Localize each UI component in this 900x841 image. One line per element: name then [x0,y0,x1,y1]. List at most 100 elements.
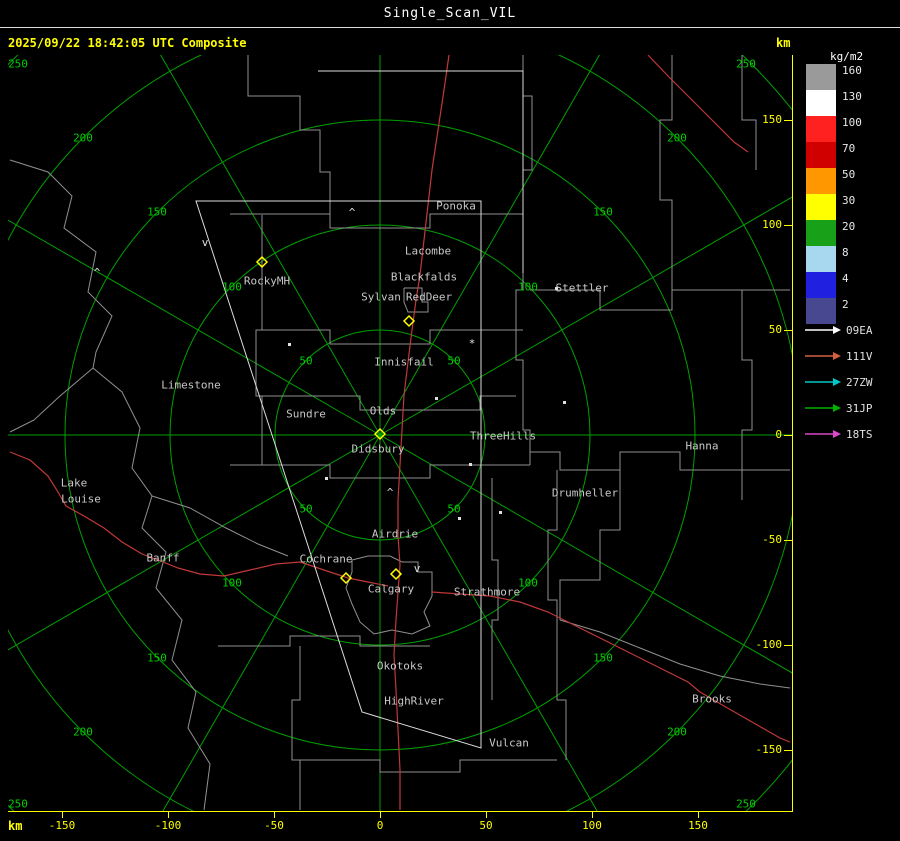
city-label-blackfalds: Blackfalds [390,270,458,284]
colorbar-swatch [806,142,836,168]
azimuth-spoke [379,434,792,674]
track-id-label: 111V [846,350,873,363]
range-label: 150 [593,651,613,665]
radar-site-diamond-icon [373,427,387,441]
highway [393,55,450,810]
range-ring-grid [8,55,792,811]
town-dot-icon [458,517,461,520]
right-axis-tick-label: 150 [762,113,782,126]
storm-track-row: 18TS [804,428,898,441]
storm-track-row: 27ZW [804,376,898,389]
right-axis-tick-label: 50 [768,323,782,336]
city-label-rockymh: RockyMH [243,274,291,288]
city-labels: Ponoka Lacombe Blackfalds Sylvan RedDeer Stet… [0,0,900,841]
city-label-limestone: Limestone [161,378,221,392]
county-boundary [262,329,523,345]
city-label-brooks: Brooks [692,692,732,706]
vee-marker-icon: v [414,562,421,575]
city-label-hanna: Hanna [685,439,719,453]
right-axis-line [792,55,793,812]
bottom-axis-tick [168,812,169,818]
city-label-banff: Banff [146,551,180,565]
right-axis-tick [784,435,792,436]
storm-track-row: 09EA [804,324,898,337]
right-axis-tick-label: 0 [775,428,782,441]
storm-track-row: 31JP [804,402,898,415]
azimuth-spoke [379,55,600,436]
right-axis-tick [784,645,792,646]
range-label: 250 [736,57,756,71]
range-label: 100 [222,280,242,294]
city-label-vulcan: Vulcan [489,736,529,750]
city-label-stettler: Stettler [555,281,609,295]
scan-sector-outlines [195,70,524,749]
bottom-axis-tick [592,812,593,818]
colorbar-value-label: 8 [842,246,849,259]
city-label-sundre: Sundre [286,407,326,421]
city-label-louise: Louise [61,492,101,506]
range-ring [8,55,792,811]
right-axis-tick [784,120,792,121]
scan-sector-outline [195,200,482,749]
azimuth-spoke [160,55,381,436]
radar-map: * ^ ^ ^ v v [8,55,792,811]
bottom-axis-tick [486,812,487,818]
storm-track-arrow-icon [805,352,841,360]
highway [9,451,389,587]
county-boundary [262,395,516,411]
track-id-label: 09EA [846,324,873,337]
colorbar-swatch [806,246,836,272]
range-label: 200 [73,131,93,145]
highways [9,55,791,810]
colorbar-swatch [806,116,836,142]
range-label: 150 [147,205,167,219]
colorbar-swatch [806,168,836,194]
colorbar-swatch [806,298,836,324]
bottom-axis-tick-label: 150 [688,819,708,832]
azimuth-spoke [8,434,381,651]
county-boundary [218,635,430,647]
asterisk-marker-icon: * [469,337,476,350]
colorbar-value-label: 70 [842,142,856,155]
county-boundary [291,646,301,810]
county-boundary [530,451,790,471]
vil-colorbar: kg/m2 160 130 100 70 50 30 20 8 4 2 [0,0,900,841]
colorbar-value-label: 4 [842,272,849,285]
range-label: 50 [299,502,313,516]
track-id-label: 18TS [846,428,873,441]
colorbar-value-label: 30 [842,194,856,207]
y-axis-unit-label: km [776,36,791,50]
city-label-lacombe: Lacombe [404,244,452,258]
scan-timestamp: 2025/09/22 18:42:05 UTC Composite [8,36,247,50]
range-label: 250 [736,797,756,811]
town-dot-icon [325,477,328,480]
vee-marker-icon: v [202,236,209,249]
azimuth-spoke [8,219,381,436]
city-label-strathmore: Strathmore [453,585,521,599]
county-boundary [559,619,791,689]
colorbar-swatch [806,220,836,246]
county-boundaries [9,55,791,811]
storm-track-arrow-icon [805,378,841,386]
county-boundary [230,213,523,229]
county-boundary [741,290,753,500]
town-dot-icon [563,401,566,404]
track-id-label: 31JP [846,402,873,415]
highway [431,591,791,743]
range-ring [8,55,792,811]
colorbar-value-label: 130 [842,90,862,103]
town-dot-icon [469,463,472,466]
right-axis-tick [784,225,792,226]
bottom-axis-tick [380,812,381,818]
bottom-axis-tick-label: 50 [479,819,493,832]
city-label-highriver: HighRiver [384,694,444,708]
town-dot-icon [555,287,558,290]
city-label-airdrie: Airdrie [371,527,419,541]
right-axis-tick-label: -150 [755,743,783,756]
radar-site-diamond-icon [255,255,269,269]
county-boundary [345,555,433,635]
county-boundary [300,759,557,773]
county-boundary [515,214,531,465]
city-label-innisfail: Innisfail [374,355,434,369]
caret-marker-icon: ^ [349,206,356,219]
